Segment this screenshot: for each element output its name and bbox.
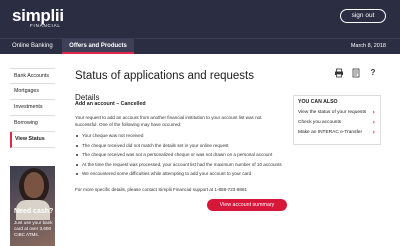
sidebar-item-investments[interactable]: Investments bbox=[10, 100, 55, 116]
list-item: The cheque received did not match the de… bbox=[75, 141, 290, 151]
sidebar-item-view-status[interactable]: View Status bbox=[10, 132, 55, 148]
link-label: View the status of your requests bbox=[298, 110, 367, 115]
print-icon[interactable] bbox=[334, 68, 344, 78]
sign-out-button[interactable]: sign out bbox=[340, 9, 386, 23]
page-tools: ? bbox=[334, 68, 380, 78]
view-account-summary-button[interactable]: View account summary bbox=[207, 199, 287, 211]
details-intro: Your request to add an account from anot… bbox=[75, 115, 262, 127]
promo-photo-face bbox=[24, 172, 44, 198]
link-label: Check you accounts bbox=[298, 120, 342, 125]
sidebar-item-borrowing[interactable]: Borrowing bbox=[10, 116, 55, 132]
sidebar-item-bank-accounts[interactable]: Bank Accounts bbox=[10, 68, 55, 84]
you-can-also-panel: YOU CAN ALSO View the status of your req… bbox=[293, 95, 381, 145]
chevron-right-icon: › bbox=[372, 129, 375, 136]
sidebar-item-mortgages[interactable]: Mortgages bbox=[10, 84, 55, 100]
list-item: Your cheque was not received bbox=[75, 131, 290, 141]
tab-offers-and-products[interactable]: Offers and Products bbox=[62, 39, 134, 54]
link-interac-etransfer[interactable]: Make an INTERAC e-Transfer › bbox=[298, 128, 376, 138]
app-header: simplii FINANCIAL sign out bbox=[0, 0, 400, 38]
logo-subtitle: FINANCIAL bbox=[30, 23, 61, 28]
page-title: Status of applications and requests bbox=[75, 70, 255, 82]
promo-title: Need cash? bbox=[14, 208, 54, 215]
link-view-status-requests[interactable]: View the status of your requests › bbox=[298, 108, 376, 118]
support-contact: For more specific details, please contac… bbox=[75, 187, 248, 192]
current-date: March 8, 2018 bbox=[350, 43, 386, 49]
promo-text: Just use your bank card at over 3,600 CI… bbox=[14, 220, 53, 237]
list-item: The cheque received was not a personaliz… bbox=[75, 150, 290, 160]
top-nav: Online Banking Offers and Products March… bbox=[0, 38, 400, 54]
link-check-accounts[interactable]: Check you accounts › bbox=[298, 118, 376, 128]
you-can-also-heading: YOU CAN ALSO bbox=[298, 99, 338, 105]
promo-banner[interactable]: Need cash? Just use your bank card at ov… bbox=[10, 166, 55, 246]
chevron-right-icon: › bbox=[372, 119, 375, 126]
list-item: At the time the request was processed, y… bbox=[75, 160, 290, 170]
document-icon[interactable] bbox=[351, 68, 361, 78]
sidebar-nav: Bank Accounts Mortgages Investments Borr… bbox=[10, 68, 55, 148]
details-subheading: Add an account – Cancelled bbox=[75, 101, 146, 107]
reasons-list: Your cheque was not received The cheque … bbox=[75, 131, 290, 179]
link-label: Make an INTERAC e-Transfer bbox=[298, 130, 363, 135]
help-icon[interactable]: ? bbox=[368, 68, 378, 78]
list-item: We encountered some difficulties while a… bbox=[75, 169, 290, 179]
chevron-right-icon: › bbox=[372, 109, 375, 116]
tab-online-banking[interactable]: Online Banking bbox=[12, 39, 53, 54]
